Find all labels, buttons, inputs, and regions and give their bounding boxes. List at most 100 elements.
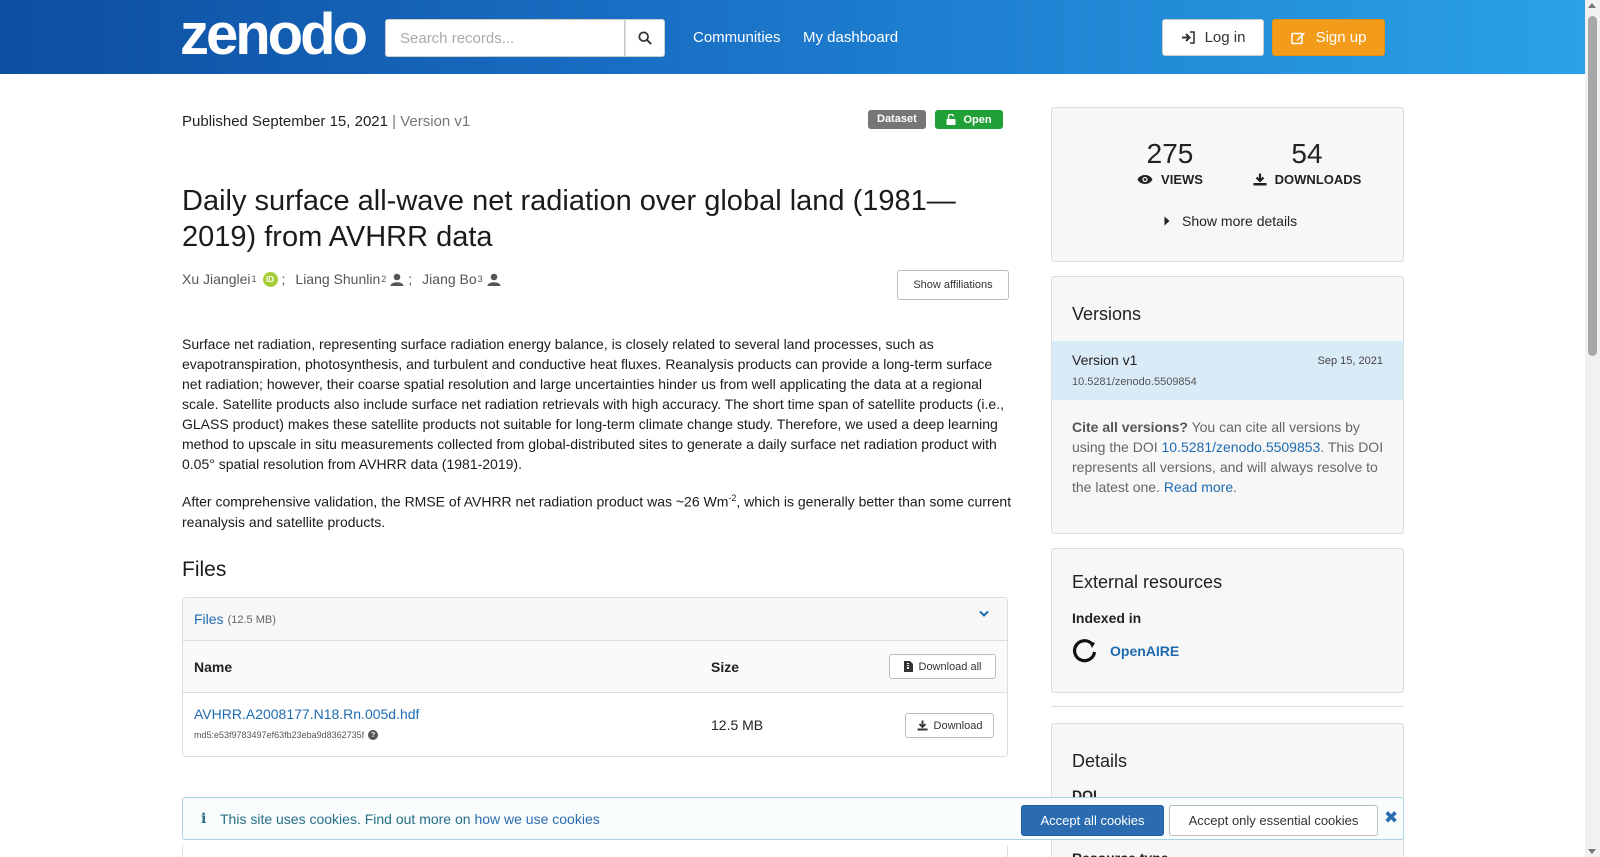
user-icon bbox=[487, 273, 501, 286]
authors-list: Xu Jianglei 1 iD ; Liang Shunlin 2 ; Jiang… bbox=[182, 271, 501, 287]
scroll-up-arrow-icon[interactable] bbox=[1588, 3, 1596, 8]
download-all-button[interactable]: Download all bbox=[889, 654, 996, 679]
external-resources-card: External resources Indexed in OpenAIRE bbox=[1051, 548, 1404, 693]
access-label: Open bbox=[963, 113, 992, 126]
version-separator: | bbox=[392, 113, 397, 130]
version-name: Version v1 bbox=[1072, 352, 1138, 368]
search-button[interactable] bbox=[625, 19, 665, 57]
cookie-policy-link[interactable]: how we use cookies bbox=[474, 811, 599, 827]
login-label: Log in bbox=[1204, 29, 1246, 46]
versions-heading: Versions bbox=[1072, 304, 1142, 324]
cite-all-versions: Cite all versions? You can cite all vers… bbox=[1072, 419, 1384, 495]
unlock-icon bbox=[946, 114, 956, 125]
scrollbar-thumb[interactable] bbox=[1588, 16, 1597, 356]
sign-in-icon bbox=[1181, 31, 1195, 44]
downloads-count: 54 bbox=[1291, 138, 1323, 169]
external-resources-heading: External resources bbox=[1072, 572, 1223, 592]
author-affiliation-number: 3 bbox=[477, 274, 483, 284]
file-name-link[interactable]: AVHRR.A2008177.N18.Rn.005d.hdf bbox=[194, 706, 419, 722]
files-panel-header[interactable]: Files (12.5 MB) bbox=[183, 598, 1007, 641]
file-row: AVHRR.A2008177.N18.Rn.005d.hdf md5:e53f9… bbox=[183, 693, 1007, 756]
author-name: Liang Shunlin bbox=[295, 271, 381, 287]
file-checksum: md5:e53f9783497ef63fb23eba9d8362735f ? bbox=[194, 730, 379, 740]
user-icon bbox=[390, 273, 404, 286]
show-affiliations-button[interactable]: Show affiliations bbox=[897, 270, 1009, 300]
author-item[interactable]: Liang Shunlin 2 bbox=[295, 271, 404, 287]
published-date: Published September 15, 2021 bbox=[182, 113, 388, 130]
nav-communities[interactable]: Communities bbox=[693, 29, 781, 46]
details-resource-type-label: Resource type bbox=[1072, 850, 1168, 857]
column-name-header: Name bbox=[194, 659, 233, 675]
record-description: Surface net radiation, representing surf… bbox=[182, 334, 1012, 546]
orcid-icon[interactable]: iD bbox=[262, 271, 278, 287]
author-item[interactable]: Jiang Bo 3 bbox=[422, 271, 501, 287]
resource-type-badge: Dataset bbox=[868, 110, 926, 129]
author-affiliation-number: 2 bbox=[381, 274, 387, 284]
search-icon bbox=[638, 31, 652, 45]
page-scrollbar[interactable] bbox=[1585, 0, 1600, 857]
next-section-panel bbox=[182, 845, 1008, 857]
login-button[interactable]: Log in bbox=[1162, 19, 1264, 56]
openaire-logo-icon bbox=[1073, 639, 1097, 663]
cookie-banner: i This site uses cookies. Find out more … bbox=[182, 797, 1404, 840]
version-date: Sep 15, 2021 bbox=[1317, 355, 1383, 367]
stats-card: 275 VIEWS 54 DOWNLOADS Show more details bbox=[1051, 107, 1404, 262]
publication-info: Published September 15, 2021 | Version v… bbox=[182, 113, 470, 130]
show-more-details-toggle[interactable]: Show more details bbox=[1164, 213, 1297, 229]
file-archive-icon bbox=[903, 661, 913, 672]
views-label: VIEWS bbox=[1161, 172, 1203, 187]
access-badge: Open bbox=[935, 110, 1003, 129]
file-size: 12.5 MB bbox=[711, 717, 764, 733]
download-all-label: Download all bbox=[918, 660, 982, 673]
version-label: Version v1 bbox=[400, 113, 471, 130]
description-paragraph: Surface net radiation, representing surf… bbox=[182, 336, 1005, 472]
views-count: 275 bbox=[1146, 138, 1194, 169]
caret-right-icon bbox=[1164, 216, 1170, 226]
cookie-message: This site uses cookies. Find out more on… bbox=[220, 811, 600, 827]
file-md5: md5:e53f9783497ef63fb23eba9d8362735f bbox=[194, 730, 365, 740]
files-heading: Files bbox=[182, 558, 227, 581]
nav-my-dashboard[interactable]: My dashboard bbox=[803, 29, 898, 46]
files-table-header: Name Size Download all bbox=[183, 641, 1007, 693]
eye-icon bbox=[1137, 175, 1153, 184]
concept-doi-link[interactable]: 10.5281/zenodo.5509853 bbox=[1162, 439, 1321, 455]
author-name: Xu Jianglei bbox=[182, 271, 251, 287]
views-stat: 275 VIEWS bbox=[1120, 138, 1220, 187]
downloads-stat: 54 DOWNLOADS bbox=[1242, 138, 1372, 187]
show-more-details-label: Show more details bbox=[1182, 213, 1298, 229]
files-panel-label: Files bbox=[194, 611, 224, 627]
read-more-link[interactable]: Read more bbox=[1164, 479, 1233, 495]
openaire-label: OpenAIRE bbox=[1110, 643, 1180, 659]
download-button[interactable]: Download bbox=[905, 713, 994, 738]
author-affiliation-number: 1 bbox=[251, 274, 257, 284]
edit-icon bbox=[1290, 32, 1305, 44]
search-bar bbox=[385, 19, 665, 57]
column-size-header: Size bbox=[711, 659, 740, 675]
version-item[interactable]: Version v1 Sep 15, 2021 10.5281/zenodo.5… bbox=[1052, 341, 1403, 400]
signup-label: Sign up bbox=[1315, 29, 1367, 46]
download-icon bbox=[1253, 173, 1267, 186]
files-panel-size: (12.5 MB) bbox=[227, 614, 276, 626]
record-title: Daily surface all-wave net radiation ove… bbox=[182, 185, 956, 253]
top-navbar: zenodo Communities My dashboard Log in S… bbox=[0, 0, 1600, 74]
zenodo-logo[interactable]: zenodo bbox=[180, 6, 368, 64]
accept-all-cookies-button[interactable]: Accept all cookies bbox=[1021, 805, 1164, 836]
description-paragraph: After comprehensive validation, the RMSE… bbox=[182, 493, 1012, 530]
scroll-down-arrow-icon[interactable] bbox=[1588, 849, 1596, 854]
indexed-in-label: Indexed in bbox=[1072, 610, 1142, 626]
download-icon bbox=[917, 720, 928, 731]
question-icon[interactable]: ? bbox=[368, 730, 379, 740]
downloads-label: DOWNLOADS bbox=[1274, 172, 1362, 187]
accept-essential-cookies-button[interactable]: Accept only essential cookies bbox=[1169, 805, 1378, 836]
search-input[interactable] bbox=[385, 19, 625, 57]
version-doi: 10.5281/zenodo.5509854 bbox=[1072, 376, 1197, 388]
openaire-link[interactable]: OpenAIRE bbox=[1072, 638, 1179, 664]
download-label: Download bbox=[933, 719, 983, 732]
files-panel: Files (12.5 MB) Name Size Download all A… bbox=[182, 597, 1008, 757]
author-name: Jiang Bo bbox=[422, 271, 477, 287]
versions-card: Versions Version v1 Sep 15, 2021 10.5281… bbox=[1051, 276, 1404, 534]
chevron-down-icon[interactable] bbox=[979, 610, 989, 618]
signup-button[interactable]: Sign up bbox=[1272, 19, 1385, 56]
author-item[interactable]: Xu Jianglei 1 iD bbox=[182, 271, 278, 287]
close-icon[interactable]: ✖ bbox=[1384, 808, 1398, 828]
